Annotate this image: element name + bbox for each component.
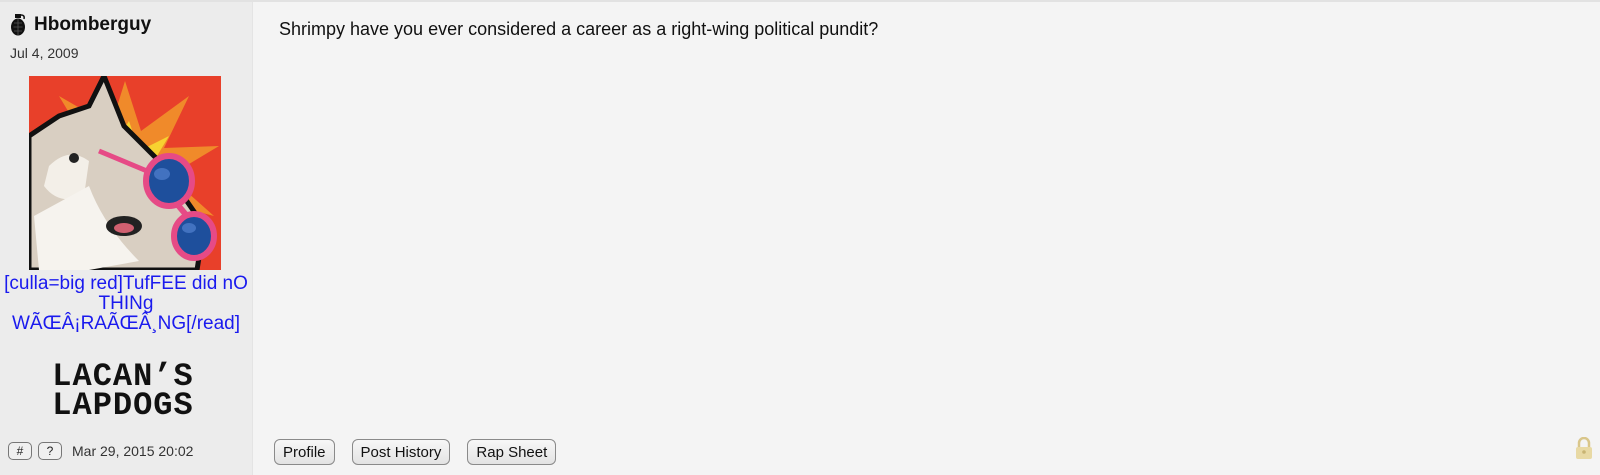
svg-text:LAPDOGS: LAPDOGS (52, 387, 193, 420)
grenade-icon (11, 14, 25, 36)
group-badge: LACAN’S LAPDOGS (28, 356, 218, 424)
post-history-button[interactable]: Post History (351, 439, 451, 465)
profile-button[interactable]: Profile (274, 439, 335, 465)
user-avatar (29, 76, 221, 270)
post-link-button[interactable]: # (8, 442, 32, 460)
help-button[interactable]: ? (38, 442, 62, 460)
post-body: Shrimpy have you ever considered a caree… (279, 19, 879, 39)
user-info-sidebar: Hbomberguy Jul 4, 2009 [culla=big red]Tu… (0, 2, 253, 475)
username-text: Hbomberguy (34, 14, 152, 35)
forum-post: Hbomberguy Jul 4, 2009 [culla=big red]Tu… (0, 0, 1600, 475)
registration-date: Jul 4, 2009 (10, 45, 79, 61)
post-meta: # ? Mar 29, 2015 20:02 (8, 442, 193, 460)
post-actions: Profile Post History Rap Sheet (274, 439, 557, 465)
custom-user-title: [culla=big red]TufFEE did nO THINg WÃŒÂ¡… (4, 273, 248, 334)
author-username[interactable]: Hbomberguy (10, 14, 151, 36)
post-timestamp: Mar 29, 2015 20:02 (72, 443, 194, 459)
rap-sheet-button[interactable]: Rap Sheet (467, 439, 557, 465)
lock-icon (1576, 437, 1592, 459)
